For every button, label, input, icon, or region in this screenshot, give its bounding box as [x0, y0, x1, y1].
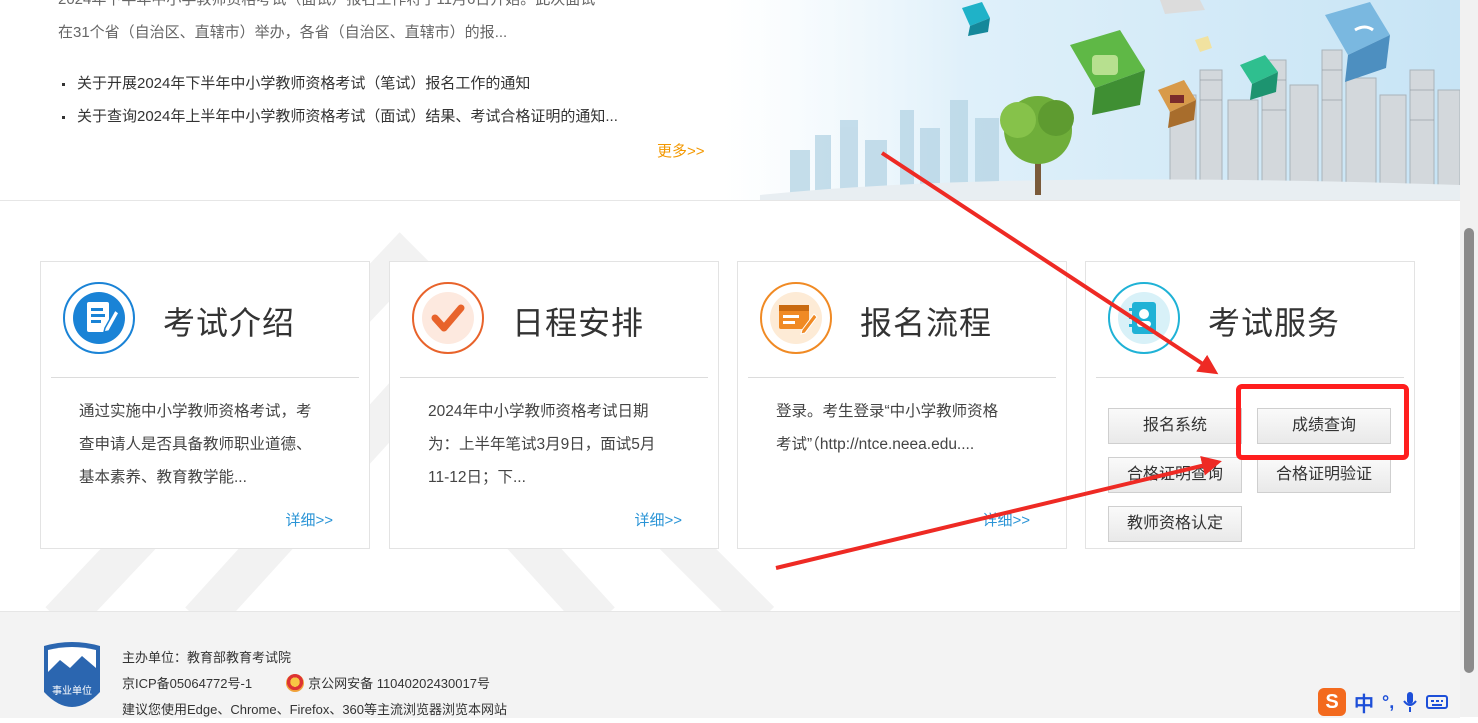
- teacher-qualification-button[interactable]: 教师资格认定: [1108, 506, 1242, 542]
- card-title: 考试服务: [1208, 305, 1341, 341]
- news-summary: 在31个省（自治区、直辖市）举办，各省（自治区、直辖市）的报...: [58, 24, 508, 41]
- card-description: 登录。考生登录“中小学教师资格 考试”（http://ntce.neea.edu…: [776, 403, 999, 453]
- ime-punctuation-mode[interactable]: °,: [1382, 692, 1394, 713]
- registration-form-icon: [760, 282, 832, 354]
- registration-line: 京ICP备05064772号-1 京公网安备 11040202430017号: [122, 671, 507, 697]
- scrollbar-thumb[interactable]: [1464, 228, 1474, 673]
- sogou-ime-logo[interactable]: S: [1318, 688, 1346, 716]
- icp-link[interactable]: 京ICP备05064772号-1: [122, 676, 252, 691]
- police-badge-icon: [286, 674, 305, 692]
- certificate-inquiry-button[interactable]: 合格证明查询: [1108, 457, 1242, 493]
- news-summary-cut-line: 2024年下半年中小学教师资格考试（面试）报名工作将于11月6日开始。此次面试: [58, 0, 595, 9]
- registration-system-button[interactable]: 报名系统: [1108, 408, 1242, 444]
- browser-tip-text: 建议您使用Edge、Chrome、Firefox、360等主流浏览器浏览本网站: [122, 702, 508, 717]
- keyboard-icon[interactable]: [1426, 694, 1449, 710]
- more-news-link[interactable]: 更多>>: [657, 140, 705, 161]
- service-book-icon: [1108, 282, 1180, 354]
- document-edit-icon: [63, 282, 135, 354]
- detail-link[interactable]: 详细>>: [634, 509, 682, 530]
- card-header: 考试介绍: [51, 262, 359, 378]
- ime-chinese-mode[interactable]: 中: [1354, 688, 1374, 717]
- news-section: 2024年下半年中小学教师资格考试（面试）报名工作将于11月6日开始。此次面试 …: [0, 0, 1460, 200]
- news-list: 关于开展2024年下半年中小学教师资格考试（笔试）报名工作的通知 关于查询202…: [62, 72, 618, 138]
- card-schedule: 日程安排 2024年中小学教师资格考试日期 为：上半年笔试3月9日，面试5月 1…: [389, 261, 719, 549]
- certificate-verification-button[interactable]: 合格证明验证: [1257, 457, 1391, 493]
- card-header: 考试服务: [1096, 262, 1404, 378]
- detail-link[interactable]: 详细>>: [285, 509, 333, 530]
- card-description: 2024年中小学教师资格考试日期 为：上半年笔试3月9日，面试5月 11-12日…: [428, 403, 656, 486]
- checkmark-icon: [412, 282, 484, 354]
- ime-toolbar: S 中 °,: [1318, 687, 1449, 717]
- card-exam-intro: 考试介绍 通过实施中小学教师资格考试，考 查申请人是否具备教师职业道德、 基本素…: [40, 261, 370, 549]
- card-header: 报名流程: [748, 262, 1056, 378]
- highlight-box: [1236, 384, 1409, 460]
- sponsor-text: 主办单位：教育部教育考试院: [122, 650, 292, 665]
- card-description: 通过实施中小学教师资格考试，考 查申请人是否具备教师职业道德、 基本素养、教育教…: [79, 403, 312, 486]
- card-title: 考试介绍: [163, 305, 296, 341]
- card-registration-process: 报名流程 登录。考生登录“中小学教师资格 考试”（http://ntce.nee…: [737, 261, 1067, 549]
- news-item-1[interactable]: 关于开展2024年下半年中小学教师资格考试（笔试）报名工作的通知: [62, 72, 618, 105]
- microphone-icon[interactable]: [1402, 691, 1418, 713]
- footer-info: 主办单位：教育部教育考试院 京ICP备05064772号-1 京公网安备 1104…: [122, 645, 507, 723]
- city-skyline-illustration: [700, 0, 1460, 200]
- card-title: 报名流程: [860, 305, 993, 341]
- news-item-2[interactable]: 关于查询2024年上半年中小学教师资格考试（面试）结果、考试合格证明的通知...: [62, 105, 618, 138]
- card-title: 日程安排: [512, 305, 645, 341]
- detail-link[interactable]: 详细>>: [982, 509, 1030, 530]
- card-header: 日程安排: [400, 262, 708, 378]
- public-institution-emblem: 事业单位: [44, 642, 100, 707]
- svg-text:事业单位: 事业单位: [52, 684, 92, 697]
- footer: 事业单位 主办单位：教育部教育考试院 京ICP备05064772号-1 京公网安备…: [0, 611, 1460, 718]
- police-record-link[interactable]: 京公网安备 11040202430017号: [308, 676, 490, 691]
